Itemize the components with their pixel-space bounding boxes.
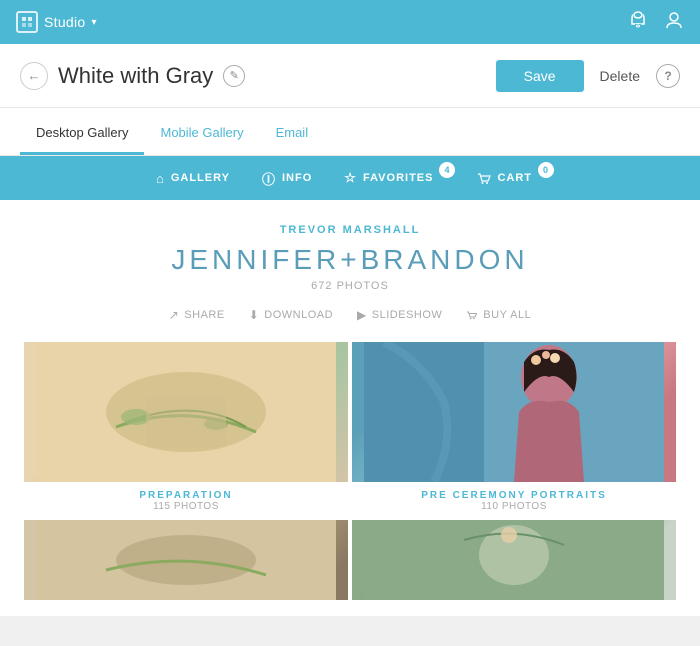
back-arrow-icon: ← [28,68,41,83]
album-preparation-count: 115 PHOTOS [24,501,348,512]
notification-icon[interactable] [628,10,648,35]
star-icon: ☆ [344,170,357,186]
album-preparation-label: PREPARATION 115 PHOTOS [24,482,348,516]
studio-logo [16,11,38,33]
preview-area: ⌂ GALLERY ⓘ INFO ☆ FAVORITES 4 CART 0 [0,156,700,646]
info-icon: ⓘ [262,169,276,188]
gallery-nav-info[interactable]: ⓘ INFO [262,169,312,188]
gallery-title: JENNIFER+BRANDON [20,244,680,276]
studio-nav-left: Studio ▾ [16,11,97,33]
buy-icon [466,308,478,322]
album-portraits-title: PRE CEREMONY PORTRAITS [352,490,676,501]
tab-desktop-gallery[interactable]: Desktop Gallery [20,113,144,155]
user-profile-icon[interactable] [664,10,684,35]
help-button[interactable]: ? [656,64,680,88]
buy-all-action[interactable]: BUY ALL [466,308,531,322]
photographer-name: TREVOR MARSHALL [20,224,680,236]
share-action[interactable]: ↗ SHARE [169,308,225,322]
pencil-icon: ✎ [230,69,239,82]
top-nav-right [628,10,684,35]
header-right: Save Delete ? [496,60,680,92]
delete-button[interactable]: Delete [600,68,640,84]
page-title: White with Gray [58,63,213,89]
gallery-content: TREVOR MARSHALL JENNIFER+BRANDON 672 PHO… [0,200,700,616]
album-portraits-thumb [352,342,676,482]
back-button[interactable]: ← [20,62,48,90]
album-portraits-count: 110 PHOTOS [352,501,676,512]
photo-total-count: 672 PHOTOS [20,280,680,292]
gallery-navigation: ⌂ GALLERY ⓘ INFO ☆ FAVORITES 4 CART 0 [0,156,700,200]
photo-grid: PREPARATION 115 PHOTOS [20,342,680,600]
share-icon: ↗ [169,308,180,322]
home-icon: ⌂ [156,171,165,186]
album-bottom-left[interactable] [24,520,348,600]
cart-icon [477,170,491,186]
download-action[interactable]: ⬇ DOWNLOAD [249,308,333,322]
album-bottom-right-thumb [352,520,676,600]
cart-badge: 0 [538,162,554,178]
tab-email[interactable]: Email [260,113,325,155]
header-left: ← White with Gray ✎ [20,62,245,90]
album-portraits[interactable]: PRE CEREMONY PORTRAITS 110 PHOTOS [352,342,676,516]
favorites-badge: 4 [439,162,455,178]
studio-label: Studio [44,14,86,30]
album-bottom-right[interactable] [352,520,676,600]
slideshow-action[interactable]: ▶ SLIDESHOW [357,308,442,322]
gallery-nav-favorites-label: FAVORITES [363,172,434,184]
album-bottom-left-thumb [24,520,348,600]
gallery-nav-gallery-label: GALLERY [171,172,230,184]
album-preparation-title: PREPARATION [24,490,348,501]
gallery-nav-cart[interactable]: CART 0 [477,170,544,186]
slideshow-label: SLIDESHOW [372,309,443,321]
gallery-nav-gallery[interactable]: ⌂ GALLERY [156,171,230,186]
header-bar: ← White with Gray ✎ Save Delete ? [0,44,700,108]
download-icon: ⬇ [249,308,260,322]
gallery-actions: ↗ SHARE ⬇ DOWNLOAD ▶ SLIDESHOW [20,308,680,322]
tab-mobile-gallery[interactable]: Mobile Gallery [144,113,259,155]
gallery-nav-favorites[interactable]: ☆ FAVORITES 4 [344,170,445,186]
album-preparation[interactable]: PREPARATION 115 PHOTOS [24,342,348,516]
download-label: DOWNLOAD [264,309,333,321]
share-label: SHARE [184,309,224,321]
play-icon: ▶ [357,308,367,322]
studio-chevron-icon[interactable]: ▾ [92,17,97,28]
tabs-bar: Desktop Gallery Mobile Gallery Email [0,108,700,156]
gallery-nav-cart-label: CART [497,172,532,184]
buy-all-label: BUY ALL [483,309,531,321]
gallery-nav-info-label: INFO [282,172,312,184]
save-button[interactable]: Save [496,60,584,92]
top-navigation: Studio ▾ [0,0,700,44]
album-preparation-thumb [24,342,348,482]
edit-title-button[interactable]: ✎ [223,65,245,87]
album-portraits-label: PRE CEREMONY PORTRAITS 110 PHOTOS [352,482,676,516]
